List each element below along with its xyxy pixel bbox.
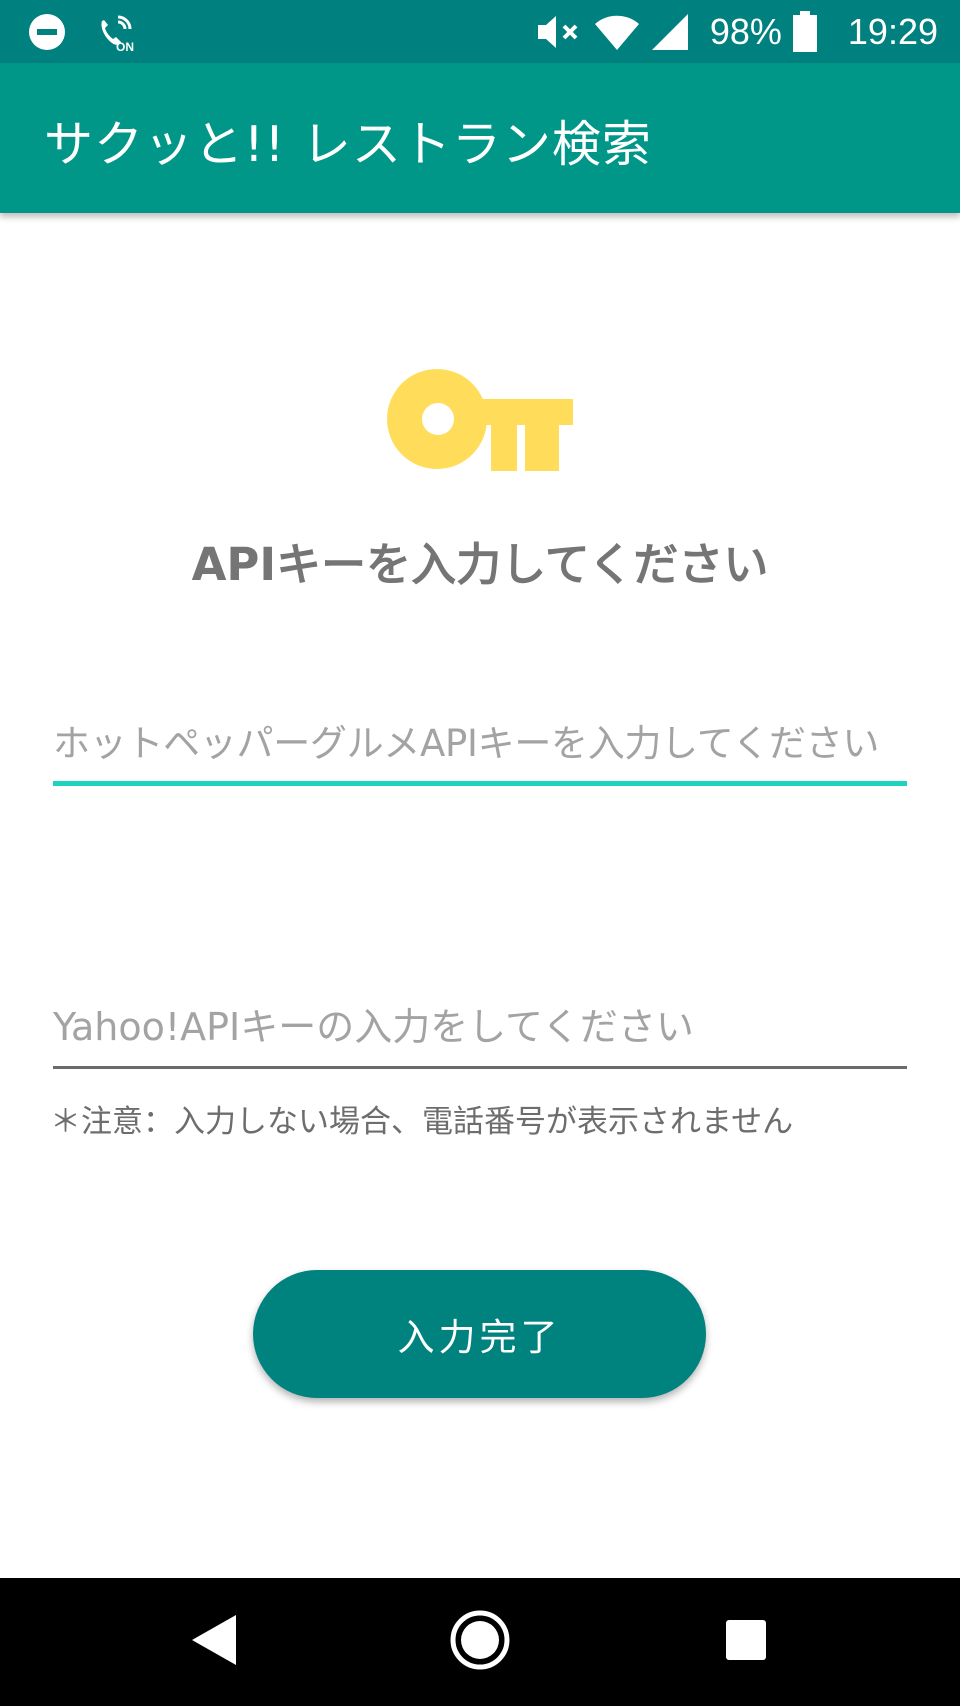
wifi-icon <box>594 12 640 52</box>
status-left: ON <box>28 10 138 54</box>
volte-label: ON <box>116 40 134 53</box>
cell-signal-icon <box>650 12 690 52</box>
clock: 19:29 <box>847 11 938 52</box>
yahoo-field-underline <box>53 1066 907 1069</box>
volume-muted-icon <box>536 12 584 52</box>
phone-number-note: ＊注意：入力しない場合、電話番号が表示されません <box>50 1104 794 1140</box>
status-right: 98% 19:29 <box>536 8 938 56</box>
submit-button[interactable]: 入力完了 <box>253 1270 706 1398</box>
yahoo-api-key-input[interactable] <box>53 990 907 1064</box>
back-icon <box>190 1613 238 1671</box>
hotpepper-api-key-input[interactable] <box>53 706 907 780</box>
battery-icon <box>792 11 818 53</box>
hotpepper-api-key-field[interactable] <box>53 706 907 786</box>
battery-percent: 98% <box>709 11 782 52</box>
hotpepper-field-underline <box>53 781 907 786</box>
app-title: サクッと!! レストラン検索 <box>44 116 652 173</box>
back-button[interactable] <box>154 1578 274 1706</box>
key-icon <box>387 367 573 471</box>
recents-button[interactable] <box>686 1578 806 1706</box>
screen: ON 98% 19:29 サクッと!! レストラン検索 APIキーを入力してくだ… <box>0 0 960 1706</box>
home-icon <box>449 1609 511 1675</box>
status-bar: ON 98% 19:29 <box>0 0 960 63</box>
home-button[interactable] <box>420 1578 540 1706</box>
volte-on-icon: ON <box>96 11 138 53</box>
navigation-bar <box>0 1578 960 1706</box>
recents-icon <box>725 1619 767 1665</box>
page-heading: APIキーを入力してください <box>191 538 769 591</box>
do-not-disturb-icon <box>28 13 66 51</box>
yahoo-api-key-field[interactable] <box>53 990 907 1070</box>
app-bar: サクッと!! レストラン検索 <box>0 63 960 213</box>
